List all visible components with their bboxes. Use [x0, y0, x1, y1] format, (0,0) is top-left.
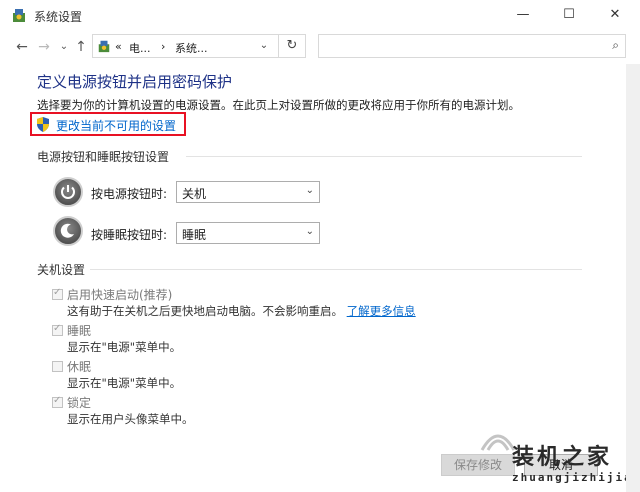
fast-startup-checkbox[interactable]: ✓ [52, 287, 63, 300]
search-input[interactable]: ⌕ [318, 34, 626, 58]
breadcrumb-item-1[interactable]: 电... [129, 40, 151, 56]
breadcrumb-prefix[interactable]: « [115, 40, 122, 53]
refresh-button[interactable]: ↻ [278, 34, 306, 58]
checkmark-icon: ✓ [53, 323, 62, 334]
sleep-button-action-select[interactable]: 睡眠 ⌄ [176, 222, 320, 244]
checkmark-icon: ✓ [53, 287, 62, 298]
power-section-title: 电源按钮和睡眠按钮设置 [37, 150, 170, 164]
breadcrumb-item-2[interactable]: 系统... [175, 40, 208, 56]
select-value: 关机 [182, 187, 207, 201]
page-description: 选择要为你的计算机设置的电源设置。在此页上对设置所做的更改将应用于你所有的电源计… [37, 98, 520, 112]
control-panel-icon [98, 40, 110, 53]
up-button[interactable]: ↑ [72, 38, 90, 56]
sleep-button-label: 按睡眠按钮时: [91, 228, 168, 242]
change-settings-link[interactable]: 更改当前不可用的设置 [30, 112, 186, 136]
fast-startup-label: 启用快速启动(推荐) [67, 288, 173, 302]
address-dropdown-icon[interactable]: ⌄ [252, 34, 276, 58]
power-button-action-select[interactable]: 关机 ⌄ [176, 181, 320, 203]
section-divider [186, 156, 582, 157]
sleep-checkbox[interactable]: ✓ [52, 323, 63, 336]
hibernate-option-label: 休眠 [67, 360, 92, 374]
change-settings-label[interactable]: 更改当前不可用的设置 [56, 117, 176, 134]
checkmark-icon: ✓ [53, 395, 62, 406]
shutdown-section-title: 关机设置 [37, 263, 86, 277]
hibernate-option-description: 显示在"电源"菜单中。 [67, 376, 182, 390]
chevron-down-icon: ⌄ [305, 185, 314, 196]
chevron-down-icon: ⌄ [305, 226, 314, 237]
lock-option-description: 显示在用户头像菜单中。 [67, 412, 194, 426]
main-content: 定义电源按钮并启用密码保护 选择要为你的计算机设置的电源设置。在此页上对设置所做… [0, 64, 640, 492]
section-divider [90, 269, 582, 270]
vertical-scrollbar[interactable] [626, 64, 640, 492]
power-button-label: 按电源按钮时: [91, 187, 168, 201]
recent-locations-button[interactable]: ⌄ [55, 38, 73, 56]
select-value: 睡眠 [182, 228, 207, 242]
navigation-bar: ← → ⌄ ↑ « 电... › 系统... ⌄ ↻ ⌕ [0, 30, 640, 64]
search-icon: ⌕ [612, 38, 619, 52]
maximize-button[interactable]: ☐ [546, 0, 592, 30]
minimize-button[interactable]: — [500, 0, 546, 30]
uac-shield-icon [37, 117, 49, 132]
sleep-option-description: 显示在"电源"菜单中。 [67, 340, 182, 354]
lock-option-label: 锁定 [67, 396, 92, 410]
back-button[interactable]: ← [13, 38, 31, 56]
fast-startup-desc-text: 这有助于在关机之后更快地启动电脑。不会影响重启。 [67, 304, 343, 318]
lock-checkbox[interactable]: ✓ [52, 395, 63, 408]
power-button-icon [53, 177, 83, 207]
breadcrumb-separator: › [161, 40, 166, 53]
forward-button[interactable]: → [35, 38, 53, 56]
page-title: 定义电源按钮并启用密码保护 [37, 73, 233, 91]
watermark-title: 装机之家 [512, 445, 613, 470]
watermark-url: zhuangjizhijia.com [512, 471, 640, 484]
close-button[interactable]: ✕ [592, 0, 638, 30]
sleep-button-icon [53, 216, 83, 246]
learn-more-link[interactable]: 了解更多信息 [347, 304, 416, 318]
window-title: 系统设置 [34, 10, 83, 24]
title-bar: 系统设置 — ☐ ✕ [0, 0, 640, 30]
sleep-option-label: 睡眠 [67, 324, 92, 338]
fast-startup-description: 这有助于在关机之后更快地启动电脑。不会影响重启。 了解更多信息 [67, 303, 416, 319]
hibernate-checkbox[interactable] [52, 361, 63, 372]
control-panel-icon [13, 9, 25, 22]
